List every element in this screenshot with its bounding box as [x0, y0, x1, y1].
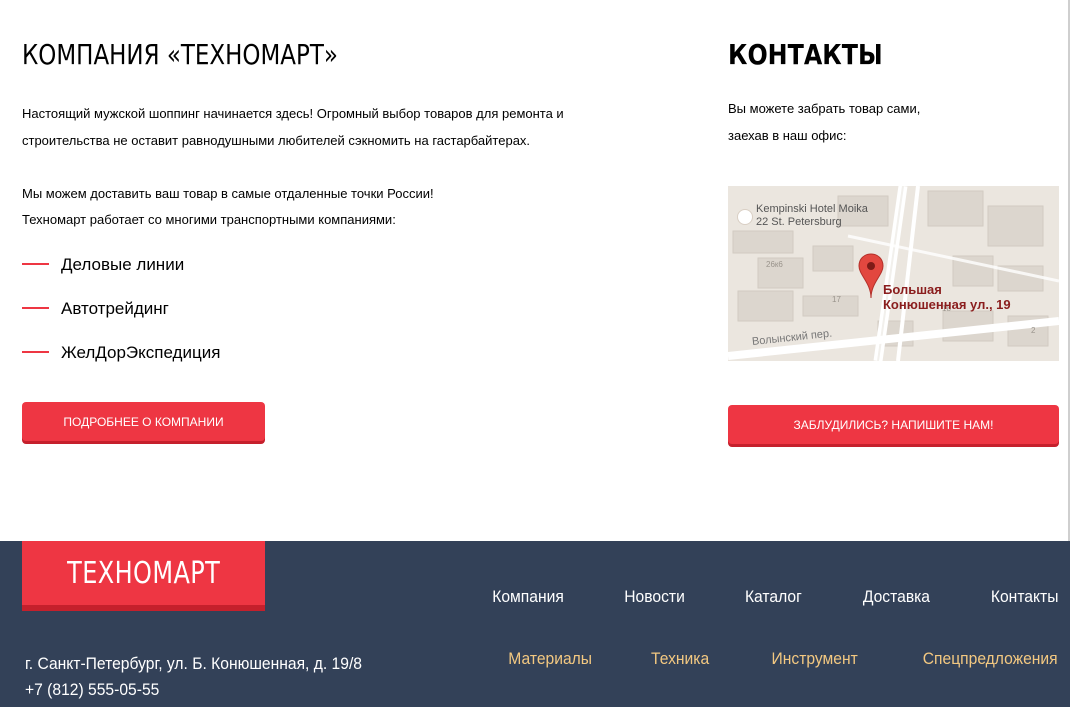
footer-nav-tools[interactable]: Инструмент	[764, 649, 858, 669]
partners-list: Деловые линии Автотрейдинг ЖелДорЭкспеди…	[22, 254, 662, 386]
map-hotel-line-1: Kempinski Hotel Moika	[756, 203, 868, 215]
partner-label: Автотрейдинг	[61, 299, 169, 318]
about-intro: Настоящий мужской шоппинг начинается зде…	[22, 106, 564, 148]
map-address-line-1: Большая	[883, 282, 942, 297]
contacts-text: Вы можете забрать товар сами, заехав в н…	[728, 95, 1059, 149]
footer-nav-label: Каталог	[744, 587, 802, 606]
dash-bullet-icon	[22, 307, 49, 309]
footer-nav-delivery[interactable]: Доставка	[857, 587, 930, 607]
about-section: КОМПАНИЯ «ТЕХНОМАРТ» Настоящий мужской ш…	[22, 38, 662, 386]
contacts-section: КОНТАКТЫ Вы можете забрать товар сами, з…	[728, 38, 1059, 149]
footer-address: г. Санкт-Петербург, ул. Б. Конюшенная, д…	[25, 651, 391, 703]
footer-nav-contacts[interactable]: Контакты	[985, 587, 1058, 607]
footer-catalog-nav: Материалы Техника Инструмент Спецпредлож…	[501, 649, 1058, 669]
map-building-number: 2	[1031, 326, 1036, 335]
footer-logo-text: ТЕХНОМАРТ	[66, 555, 221, 591]
about-title: КОМПАНИЯ «ТЕХНОМАРТ»	[22, 38, 338, 71]
map-building-number: 17	[832, 295, 841, 304]
map-address-line-2: Конюшенная ул., 19	[883, 297, 1011, 312]
footer-nav-label: Новости	[624, 587, 685, 606]
delivery-line-1: Мы можем доставить ваш товар в самые отд…	[22, 186, 434, 201]
about-delivery: Мы можем доставить ваш товар в самые отд…	[22, 181, 662, 233]
footer-nav-equipment[interactable]: Техника	[646, 649, 709, 669]
footer-nav-special-offers[interactable]: Спецпредложения	[911, 649, 1058, 669]
dash-bullet-icon	[22, 263, 49, 265]
contacts-text-line-2: заехав в наш офис:	[728, 128, 847, 143]
footer-nav-news[interactable]: Новости	[619, 587, 685, 607]
map-pin-icon[interactable]	[858, 253, 884, 299]
map-hotel-label: Kempinski Hotel Moika 22 St. Petersburg	[756, 203, 868, 229]
footer-nav-label: Доставка	[862, 587, 930, 606]
dash-bullet-icon	[22, 351, 49, 353]
office-map[interactable]: Kempinski Hotel Moika 22 St. Petersburg …	[728, 186, 1059, 361]
partner-item: Автотрейдинг	[22, 298, 662, 342]
partner-label: Деловые линии	[61, 255, 185, 274]
contacts-text-line-1: Вы можете забрать товар сами,	[728, 101, 921, 116]
partner-item: Деловые линии	[22, 254, 662, 298]
site-footer: ТЕХНОМАРТ г. Санкт-Петербург, ул. Б. Кон…	[0, 541, 1070, 707]
footer-nav-label: Компания	[492, 587, 564, 606]
hotel-bed-icon	[737, 209, 753, 225]
delivery-line-2: Техномарт работает со многими транспортн…	[22, 212, 396, 227]
footer-phone: +7 (812) 555-05-55	[25, 680, 160, 699]
footer-nav-catalog[interactable]: Каталог	[740, 587, 802, 607]
footer-address-line: г. Санкт-Петербург, ул. Б. Конюшенная, д…	[25, 654, 362, 673]
footer-nav-materials[interactable]: Материалы	[501, 649, 593, 669]
partner-label: ЖелДорЭкспедиция	[61, 343, 221, 362]
about-more-button[interactable]: Подробнее о компании	[22, 402, 265, 441]
footer-main-nav: Компания Новости Каталог Доставка Контак…	[486, 587, 1058, 607]
contacts-title: КОНТАКТЫ	[728, 38, 883, 71]
map-hotel-line-2: 22 St. Petersburg	[756, 216, 842, 228]
footer-nav-label: Контакты	[990, 587, 1058, 606]
partner-item: ЖелДорЭкспедиция	[22, 342, 662, 386]
contact-us-button[interactable]: Заблудились? Напишите нам!	[728, 405, 1059, 444]
map-address-label: Большая Конюшенная ул., 19	[883, 282, 1011, 312]
footer-nav-label: Инструмент	[771, 649, 858, 668]
footer-nav-company[interactable]: Компания	[486, 587, 564, 607]
footer-nav-label: Техника	[651, 649, 710, 668]
footer-nav-label: Спецпредложения	[923, 649, 1058, 668]
footer-logo[interactable]: ТЕХНОМАРТ	[22, 541, 265, 611]
footer-nav-label: Материалы	[508, 649, 593, 668]
map-building-number: 26к6	[766, 260, 783, 269]
